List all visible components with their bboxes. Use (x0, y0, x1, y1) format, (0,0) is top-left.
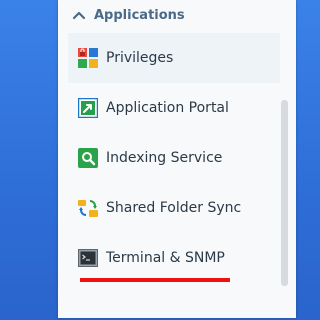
privileges-icon (78, 48, 98, 68)
sidebar-item-terminal-snmp[interactable]: Terminal & SNMP (68, 233, 280, 283)
vertical-scrollbar[interactable] (281, 100, 288, 286)
sidebar-item-label: Privileges (106, 50, 174, 66)
sidebar-item-privileges[interactable]: Privileges (68, 33, 280, 83)
sidebar-item-shared-folder-sync[interactable]: Shared Folder Sync (68, 183, 280, 233)
terminal-icon (78, 248, 98, 268)
sidebar-item-indexing-service[interactable]: Indexing Service (68, 133, 280, 183)
applications-menu: Privileges Application Portal Indexing S… (68, 33, 280, 283)
sidebar-item-label: Terminal & SNMP (106, 250, 225, 266)
sidebar-item-label: Shared Folder Sync (106, 200, 242, 216)
sidebar-item-label: Application Portal (106, 100, 229, 116)
shared-folder-sync-icon (78, 198, 98, 218)
section-title: Applications (94, 7, 185, 23)
sidebar-item-label: Indexing Service (106, 150, 223, 166)
highlight-underline (80, 278, 230, 282)
chevron-up-icon (72, 8, 86, 22)
applications-section-header[interactable]: Applications (72, 0, 185, 30)
sidebar-item-application-portal[interactable]: Application Portal (68, 83, 280, 133)
indexing-service-icon (78, 148, 98, 168)
application-portal-icon (78, 98, 98, 118)
control-panel-sidebar: Applications Privileges Application Port… (58, 0, 296, 318)
